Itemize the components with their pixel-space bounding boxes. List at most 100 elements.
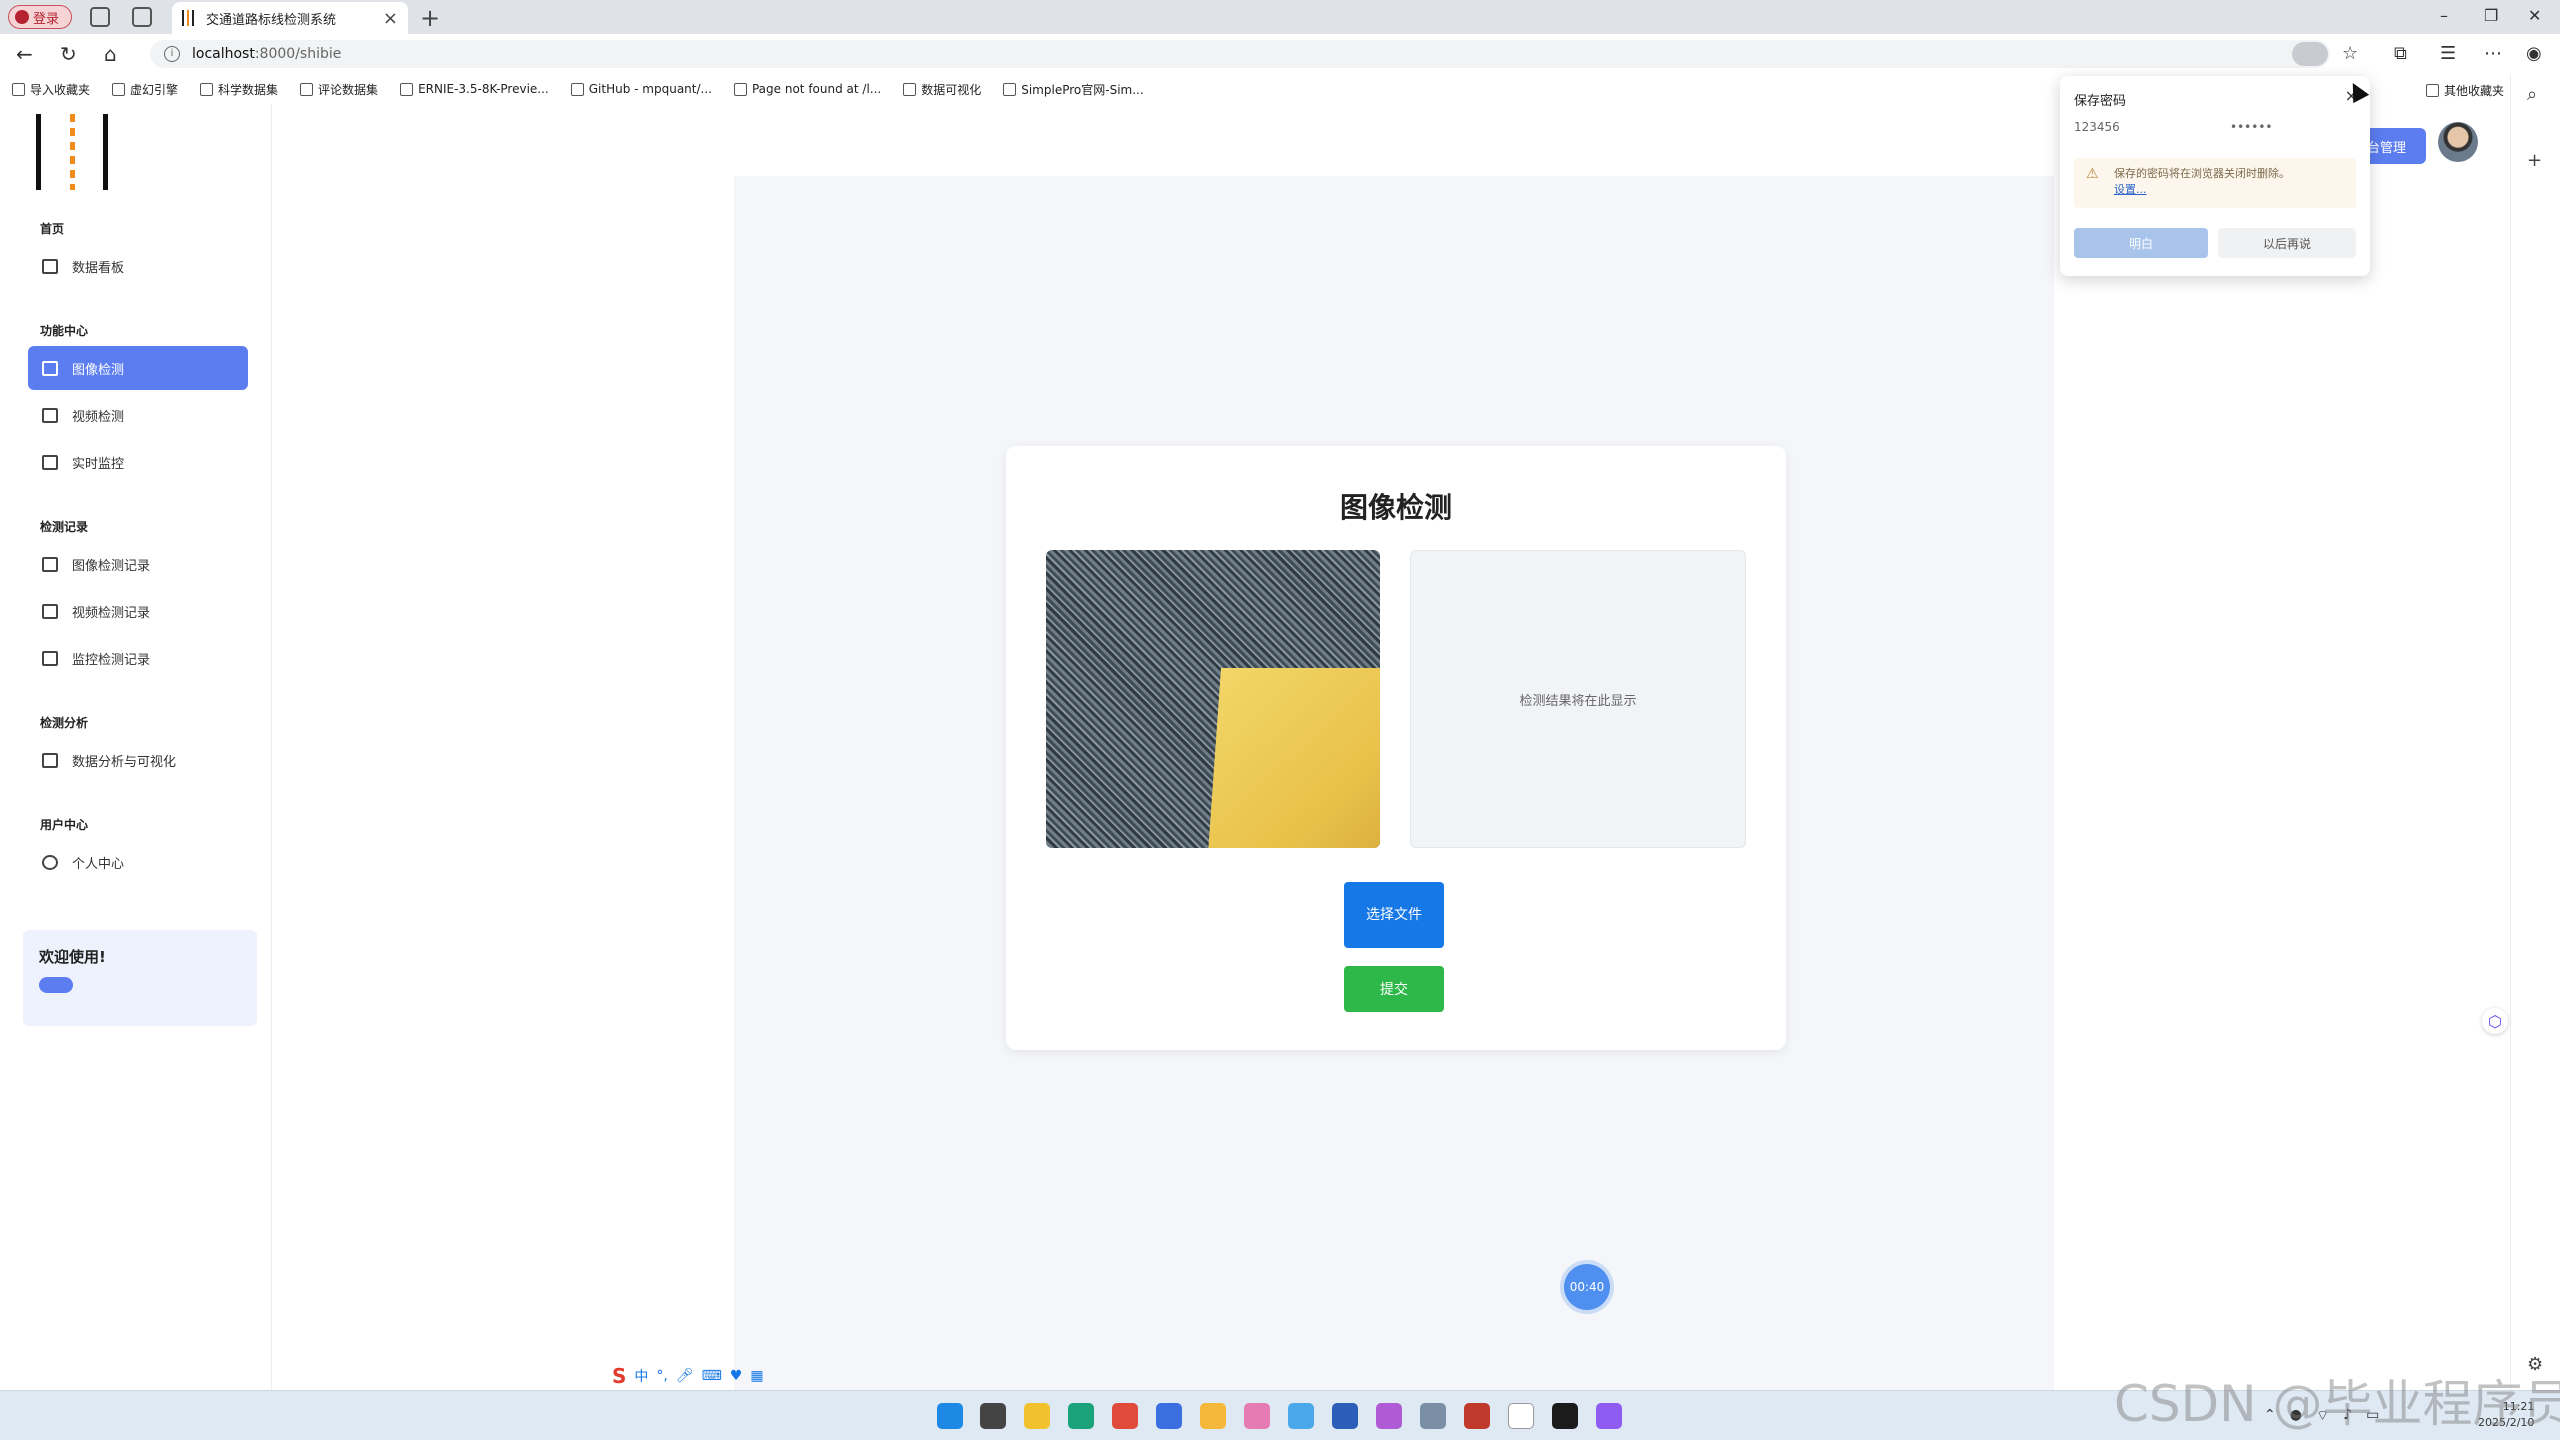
ime-mode[interactable]: 中 [634,1366,648,1386]
profile-button[interactable]: 登录 [8,5,72,29]
app-icon[interactable] [1288,1403,1314,1429]
sidebar-item-image-detection[interactable]: 图像检测 [28,346,248,390]
saved-username[interactable]: 123456 [2074,120,2120,134]
app-icon[interactable] [1024,1403,1050,1429]
bookmark-item[interactable]: ERNIE-3.5-8K-Previe... [400,82,549,96]
restore-icon[interactable]: ❐ [2484,6,2498,25]
microphone-icon[interactable]: 🎤︎ [676,1368,694,1384]
window-close-icon[interactable]: ✕ [2528,6,2541,25]
document-icon [42,752,58,768]
typora-icon[interactable] [1508,1403,1534,1429]
back-icon[interactable]: ← [16,42,33,66]
app-icon[interactable] [1420,1403,1446,1429]
sidebar-section-title: 用户中心 [40,818,89,832]
bookmark-item[interactable]: SimplePro官网-Sim... [1003,81,1144,98]
search-icon[interactable]: ⌕ [2527,84,2537,105]
sidebar-item-live-monitor[interactable]: 实时监控 [28,440,248,484]
copilot-icon[interactable]: ◉ [2526,43,2542,64]
app-icon[interactable] [1464,1403,1490,1429]
avatar[interactable] [2438,122,2478,162]
submit-button[interactable]: 提交 [1344,966,1444,1012]
tab-title: 交通道路标线检测系统 [206,12,337,28]
sidebar-item-video-records[interactable]: 视频检测记录 [28,589,248,633]
favorite-star-icon[interactable]: ☆ [2342,43,2358,64]
bookmark-item[interactable]: 虚幻引擎 [112,81,178,98]
url-host: localhost [192,46,255,62]
bookmark-item[interactable]: 评论数据集 [300,81,378,98]
bookmark-icon [733,82,747,96]
saved-password[interactable]: •••••• [2230,120,2272,134]
minimize-icon[interactable]: – [2440,6,2448,25]
home-icon[interactable]: ⌂ [104,42,117,66]
sidebar-item-dashboard[interactable]: 数据看板 [28,244,248,288]
welcome-button[interactable] [39,977,73,993]
bookmark-icon [200,82,214,96]
bookmark-item[interactable]: 科学数据集 [200,81,278,98]
sidebar-item-label: 实时监控 [72,456,125,472]
sidebar-item-label: 数据看板 [72,260,125,276]
bookmark-item[interactable]: GitHub - mpquant/... [570,82,712,96]
sidebar-item-image-records[interactable]: 图像检测记录 [28,542,248,586]
keyboard-icon[interactable]: ⌨ [702,1368,722,1384]
browser-tab[interactable]: 交通道路标线检测系统 × [172,2,408,34]
list-icon [42,407,58,423]
address-bar[interactable]: i localhost:8000/shibie [150,40,2330,68]
start-icon[interactable] [937,1403,963,1429]
app-icon[interactable] [1156,1403,1182,1429]
site-info-icon[interactable]: i [164,46,180,62]
url-path: :8000/shibie [254,46,342,62]
pycharm-icon[interactable] [1552,1403,1578,1429]
toolbox-icon[interactable]: ▦ [750,1368,763,1384]
other-bookmarks[interactable]: 其他收藏夹 [2425,82,2504,99]
app-icon[interactable] [1332,1403,1358,1429]
tab-close-icon[interactable]: × [383,8,398,29]
chrome-icon[interactable] [1112,1403,1138,1429]
new-tab-icon[interactable]: + [420,4,440,32]
assistant-hexagon-icon[interactable]: ⬡ [2482,1008,2508,1034]
more-menu-icon[interactable]: ⋯ [2484,43,2502,64]
later-button[interactable]: 以后再说 [2218,228,2356,258]
sidebar-item-label: 图像检测记录 [72,558,151,574]
reload-icon[interactable]: ↻ [60,42,77,66]
bookmark-item[interactable]: Page not found at /l... [733,82,881,96]
sidebar-item-data-analysis[interactable]: 数据分析与可视化 [28,738,248,782]
workspaces-icon[interactable] [90,7,110,27]
choose-file-button[interactable]: 选择文件 [1344,882,1444,948]
page-viewport: 首页 数据看板 功能中心 图像检测 视频检测 实时监控 检测记录 图像检测记录 … [0,104,2510,1390]
browser-navbar: ← ↻ ⌂ i localhost:8000/shibie [0,34,2560,74]
sidebar-item-monitor-records[interactable]: 监控检测记录 [28,636,248,680]
sidebar-item-video-detection[interactable]: 视频检测 [28,393,248,437]
add-icon[interactable]: + [2527,150,2542,171]
folder-icon[interactable] [1200,1403,1226,1429]
sogou-icon[interactable]: S [612,1364,626,1388]
dashboard-grid-icon [42,258,58,274]
sidebar-section-title: 功能中心 [40,324,89,338]
sidebar-section-title: 检测分析 [40,716,89,730]
app-icon[interactable] [1596,1403,1622,1429]
profile-icon [15,10,29,24]
sidebar-section-title: 检测记录 [40,520,89,534]
skin-icon[interactable]: ♥ [730,1368,743,1384]
bookmark-item[interactable]: 数据可视化 [903,81,981,98]
sidebar-item-profile[interactable]: 个人中心 [28,840,248,884]
recording-timer[interactable]: 00:40 [1564,1264,1610,1310]
app-icon[interactable] [1376,1403,1402,1429]
settings-link[interactable]: 设置... [2114,183,2147,196]
tab-actions-icon[interactable] [132,7,152,27]
image-detection-card: 图像检测 检测结果将在此显示 选择文件 提交 [1006,446,1786,1050]
ok-button[interactable]: 明白 [2074,228,2208,258]
punctuation-icon[interactable]: °, [656,1368,667,1384]
sidebar-item-label: 监控检测记录 [72,652,151,668]
bookmark-item[interactable]: 导入收藏夹 [12,81,90,98]
result-placeholder: 检测结果将在此显示 [1519,693,1637,709]
sidebar-section-title: 首页 [40,222,65,236]
extensions-icon[interactable]: ⧉ [2394,43,2407,64]
task-view-icon[interactable] [980,1403,1006,1429]
github-icon [300,82,314,96]
app-logo [36,114,108,190]
favorites-icon[interactable]: ☰ [2440,43,2456,64]
edge-icon[interactable] [1068,1403,1094,1429]
road-marking-image [1207,668,1380,848]
password-key-icon[interactable] [2292,42,2328,66]
app-icon[interactable] [1244,1403,1270,1429]
